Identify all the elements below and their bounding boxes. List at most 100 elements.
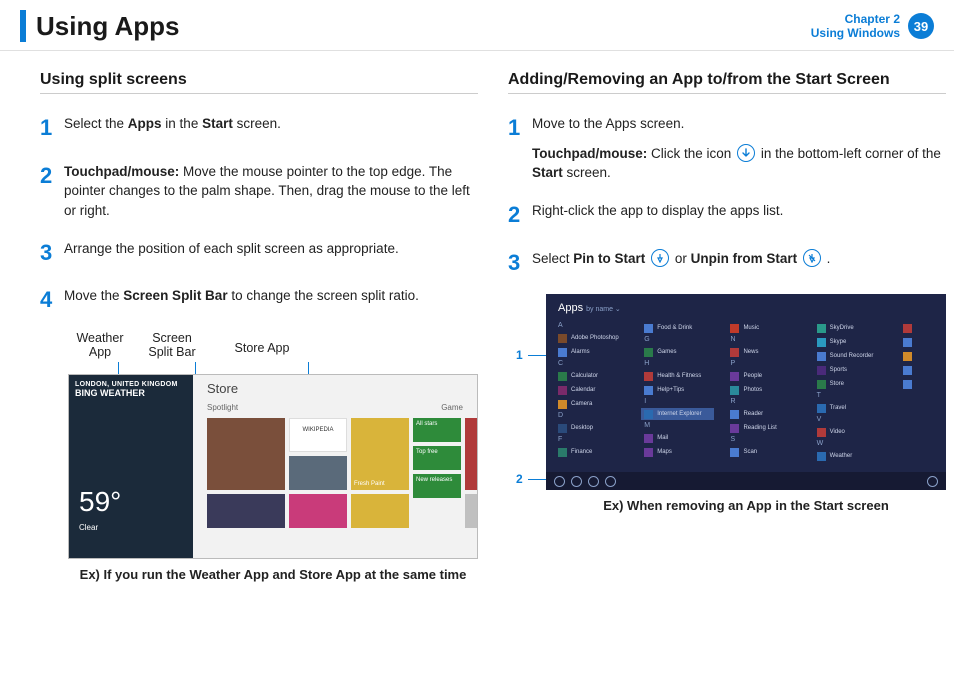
category-letter: M	[644, 422, 714, 429]
left-step-1: 1 Select the Apps in the Start screen.	[40, 112, 478, 144]
store-tile	[465, 494, 477, 528]
step-number: 1	[508, 112, 532, 183]
weather-location: LONDON, UNITED KINGDOM	[69, 375, 187, 388]
app-item: SkyDrive	[817, 322, 887, 334]
apps-column: SkyDrive Skype Sound Recorder Sports Sto…	[817, 322, 887, 468]
appbar-icon	[571, 476, 582, 487]
category-letter: I	[644, 398, 714, 405]
store-tile	[465, 418, 477, 490]
step-number: 1	[40, 112, 64, 144]
app-item: Travel	[817, 402, 887, 414]
app-item	[903, 364, 938, 376]
chapter-label: Chapter 2 Using Windows	[811, 12, 900, 41]
page-title: Using Apps	[36, 11, 179, 42]
page-header: Using Apps Chapter 2 Using Windows 39	[0, 0, 954, 51]
appbar-icon	[927, 476, 938, 487]
store-tile-newreleases: New releases	[413, 474, 461, 498]
step-text: Arrange the position of each split scree…	[64, 237, 399, 269]
left-column: Using split screens 1 Select the Apps in…	[40, 71, 478, 582]
app-item: Camera	[558, 398, 628, 410]
store-tile	[289, 494, 347, 528]
store-tile-topfree: Top free	[413, 446, 461, 470]
chapter-line1: Chapter 2	[811, 12, 900, 26]
screenshot2-wrap: 1 2 Apps by name ⌄ A Adobe Photoshop Ala…	[546, 294, 946, 513]
app-item: People	[730, 370, 800, 382]
screenshot1-labels: WeatherApp ScreenSplit Bar Store App	[68, 332, 478, 360]
step-text: Move the Screen Split Bar to change the …	[64, 284, 419, 316]
store-spotlight-label: Spotlight Game	[193, 403, 477, 412]
category-letter: W	[817, 440, 887, 447]
app-item: Video	[817, 426, 887, 438]
weather-app-pane: LONDON, UNITED KINGDOM BING WEATHER 59° …	[69, 375, 187, 558]
app-item: Calculator	[558, 370, 628, 382]
app-item: Store	[817, 378, 887, 390]
header-accent-bar	[20, 10, 26, 42]
apps-title: Apps by name ⌄	[546, 294, 946, 320]
weather-temp: 59°	[79, 486, 121, 518]
right-step-3: 3 Select Pin to Start or Unpin from Star…	[508, 247, 946, 279]
category-letter: H	[644, 360, 714, 367]
apps-appbar	[546, 472, 946, 490]
app-item: Weather	[817, 450, 887, 462]
store-app-pane: Store Spotlight Game WIKIPEDIA	[193, 375, 477, 558]
app-item: Maps	[644, 446, 714, 458]
right-column: Adding/Removing an App to/from the Start…	[508, 71, 946, 582]
app-item: Finance	[558, 446, 628, 458]
app-item: Games	[644, 346, 714, 358]
content-columns: Using split screens 1 Select the Apps in…	[0, 51, 954, 582]
weather-condition: Clear	[79, 523, 98, 532]
right-step-2: 2 Right-click the app to display the app…	[508, 199, 946, 231]
screenshot1-caption: Ex) If you run the Weather App and Store…	[68, 567, 478, 582]
store-tile	[351, 494, 409, 528]
step-text: Right-click the app to display the apps …	[532, 199, 783, 231]
app-item: News	[730, 346, 800, 358]
unpin-icon	[803, 249, 821, 267]
category-letter: T	[817, 392, 887, 399]
label-line-store	[308, 362, 309, 374]
step-text: Select the Apps in the Start screen.	[64, 112, 281, 144]
app-item	[903, 322, 938, 334]
chapter-line2: Using Windows	[811, 26, 900, 40]
label-line-splitbar	[195, 362, 196, 374]
category-letter: C	[558, 360, 628, 367]
app-item	[903, 378, 938, 390]
step-text: Touchpad/mouse: Move the mouse pointer t…	[64, 160, 478, 221]
screenshot2-caption: Ex) When removing an App in the Start sc…	[546, 498, 946, 513]
category-letter: D	[558, 412, 628, 419]
app-item: Skype	[817, 336, 887, 348]
app-item: Reader	[730, 408, 800, 420]
app-item: Help+Tips	[644, 384, 714, 396]
pin-icon	[651, 249, 669, 267]
label-line-weather	[118, 362, 119, 374]
category-letter: R	[730, 398, 800, 405]
label-store: Store App	[212, 332, 312, 360]
category-letter: V	[817, 416, 887, 423]
step-number: 2	[40, 160, 64, 221]
app-item: Alarms	[558, 346, 628, 358]
screenshot-split-screen: LONDON, UNITED KINGDOM BING WEATHER 59° …	[68, 374, 478, 559]
step-number: 2	[508, 199, 532, 231]
store-tile-wikipedia: WIKIPEDIA	[289, 418, 347, 452]
app-item-selected: Internet Explorer	[641, 408, 714, 420]
app-item: Photos	[730, 384, 800, 396]
step-number: 3	[508, 247, 532, 279]
category-letter: A	[558, 322, 628, 329]
app-item: Desktop	[558, 422, 628, 434]
category-letter: G	[644, 336, 714, 343]
app-item: Music	[730, 322, 800, 334]
right-step-1: 1 Move to the Apps screen. Touchpad/mous…	[508, 112, 946, 183]
step-text: Move to the Apps screen. Touchpad/mouse:…	[532, 112, 946, 183]
appbar-icon	[605, 476, 616, 487]
label-split-bar: ScreenSplit Bar	[142, 332, 202, 360]
category-letter: N	[730, 336, 800, 343]
app-item: Health & Fitness	[644, 370, 714, 382]
down-arrow-icon	[737, 144, 755, 162]
app-item: Mail	[644, 432, 714, 444]
weather-brand: BING WEATHER	[69, 388, 187, 398]
app-item: Calendar	[558, 384, 628, 396]
right-subhead: Adding/Removing an App to/from the Start…	[508, 71, 946, 94]
left-step-4: 4 Move the Screen Split Bar to change th…	[40, 284, 478, 316]
left-step-3: 3 Arrange the position of each split scr…	[40, 237, 478, 269]
appbar-icon	[554, 476, 565, 487]
app-item	[903, 350, 938, 362]
